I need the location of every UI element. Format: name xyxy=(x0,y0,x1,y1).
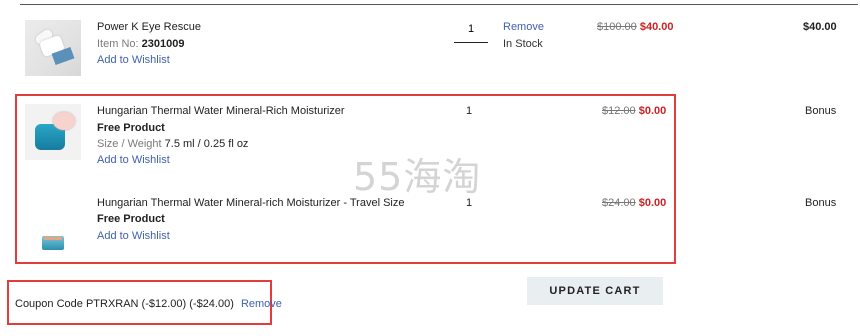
product-name[interactable]: Hungarian Thermal Water Mineral-Rich Moi… xyxy=(97,105,345,117)
top-divider xyxy=(20,4,858,5)
size-label: Size / Weight xyxy=(97,138,162,150)
coupon-code: Coupon Code PTRXRAN (-$12.00) (-$24.00) … xyxy=(15,298,282,310)
price: $12.00 $0.00 xyxy=(602,105,666,117)
remove-link[interactable]: Remove xyxy=(503,21,544,33)
price: $24.00 $0.00 xyxy=(602,197,666,209)
free-product-label: Free Product xyxy=(97,213,165,225)
line-total: Bonus xyxy=(805,197,837,209)
original-price: $100.00 xyxy=(597,21,637,33)
sale-price: $40.00 xyxy=(639,21,674,33)
coupon-text: Coupon Code PTRXRAN (-$12.00) (-$24.00) xyxy=(15,298,234,310)
original-price: $12.00 xyxy=(602,105,636,117)
line-total: Bonus xyxy=(805,105,837,117)
sale-price: $0.00 xyxy=(638,105,667,117)
item-number: Item No: 2301009 xyxy=(97,38,184,50)
add-to-wishlist-link[interactable]: Add to Wishlist xyxy=(97,230,170,242)
sale-price: $0.00 xyxy=(638,197,667,209)
product-image-eye-rescue[interactable] xyxy=(25,20,81,76)
quantity-value: 1 xyxy=(466,197,473,209)
update-cart-button[interactable]: UPDATE CART xyxy=(527,277,663,305)
line-total: $40.00 xyxy=(803,21,837,33)
free-product-label: Free Product xyxy=(97,122,165,134)
add-to-wishlist-link[interactable]: Add to Wishlist xyxy=(97,154,170,166)
quantity-input[interactable] xyxy=(454,16,488,43)
item-number-value: 2301009 xyxy=(141,38,185,50)
item-number-label: Item No: xyxy=(97,38,139,50)
size-value: 7.5 ml / 0.25 fl oz xyxy=(164,138,249,150)
add-to-wishlist-link[interactable]: Add to Wishlist xyxy=(97,54,170,66)
original-price: $24.00 xyxy=(602,197,636,209)
size-weight: Size / Weight 7.5 ml / 0.25 fl oz xyxy=(97,138,248,150)
quantity-value: 1 xyxy=(466,105,473,117)
stock-status: In Stock xyxy=(503,38,543,50)
product-name[interactable]: Hungarian Thermal Water Mineral-rich Moi… xyxy=(97,197,404,209)
coupon-remove-link[interactable]: Remove xyxy=(241,298,282,310)
product-name[interactable]: Power K Eye Rescue xyxy=(97,21,201,33)
watermark: 55海淘 xyxy=(353,155,482,199)
price: $100.00 $40.00 xyxy=(597,21,673,33)
product-image-travel-size[interactable] xyxy=(42,236,64,250)
product-image-moisturizer[interactable] xyxy=(25,104,81,160)
